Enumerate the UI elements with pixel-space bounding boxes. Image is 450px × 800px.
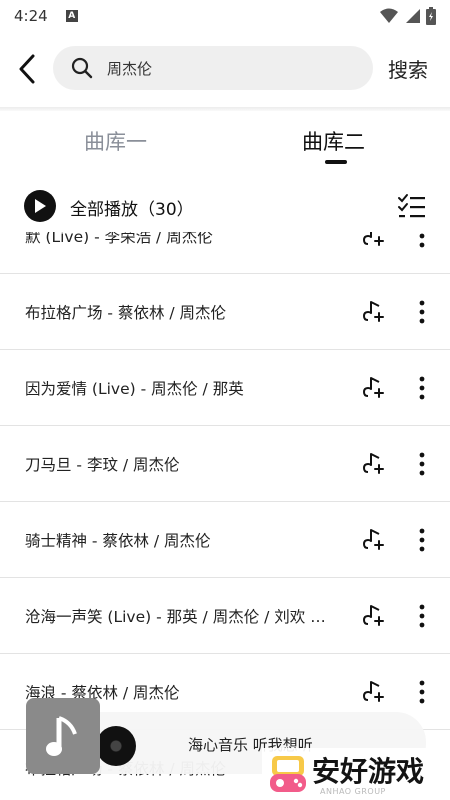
search-input[interactable]: 周杰伦 [53, 46, 373, 90]
more-options-button[interactable] [410, 526, 434, 554]
song-title: 沧海一声笑 (Live) - 那英 / 周杰伦 / 刘欢 / … [25, 608, 330, 626]
song-row[interactable]: 因为爱情 (Live) - 周杰伦 / 那英 [0, 350, 450, 426]
add-to-playlist-icon[interactable] [362, 452, 386, 476]
search-icon [71, 57, 93, 79]
back-button[interactable] [12, 50, 42, 88]
song-title: 因为爱情 (Live) - 周杰伦 / 那英 [25, 380, 244, 398]
watermark: 安好游戏 ANHAO GROUP [262, 748, 450, 800]
add-to-playlist-icon[interactable] [362, 376, 386, 400]
play-icon [35, 199, 46, 213]
more-vertical-icon [419, 528, 425, 552]
more-options-button[interactable] [410, 450, 434, 478]
add-to-playlist-icon[interactable] [362, 232, 386, 248]
battery-icon [426, 7, 436, 25]
more-vertical-icon [419, 233, 425, 248]
more-options-button[interactable] [410, 298, 434, 326]
song-row[interactable]: 布拉格广场 - 蔡依林 / 周杰伦 [0, 274, 450, 350]
add-to-playlist-icon[interactable] [362, 300, 386, 324]
chevron-left-icon [19, 54, 35, 84]
play-all-label[interactable]: 全部播放（30） [70, 195, 194, 220]
more-options-button[interactable] [410, 374, 434, 402]
notification-icon: A [65, 10, 78, 22]
album-art[interactable] [26, 698, 100, 774]
more-vertical-icon [419, 376, 425, 400]
status-icons [380, 7, 436, 25]
status-bar: 4:24 A [0, 0, 450, 32]
song-row[interactable]: 沧海一声笑 (Live) - 那英 / 周杰伦 / 刘欢 / … [0, 578, 450, 654]
song-title: 刀马旦 - 李玟 / 周杰伦 [25, 456, 180, 474]
song-title: 默 (Live) - 李荣浩 / 周杰伦 [25, 232, 213, 246]
song-row[interactable]: 默 (Live) - 李荣浩 / 周杰伦 [0, 232, 450, 274]
more-vertical-icon [419, 680, 425, 704]
more-options-button[interactable] [410, 232, 434, 250]
song-title: 骑士精神 - 蔡依林 / 周杰伦 [25, 532, 211, 550]
multi-select-icon[interactable] [397, 192, 427, 220]
wifi-icon [380, 8, 398, 23]
search-query: 周杰伦 [107, 59, 153, 78]
song-row[interactable]: 骑士精神 - 蔡依林 / 周杰伦 [0, 502, 450, 578]
more-options-button[interactable] [410, 678, 434, 706]
search-header: 周杰伦 搜索 [0, 44, 450, 94]
header-divider [0, 107, 450, 111]
play-all-button[interactable] [24, 190, 56, 222]
song-title: 布拉格广场 - 蔡依林 / 周杰伦 [25, 304, 227, 322]
more-vertical-icon [419, 604, 425, 628]
signal-icon [406, 9, 420, 23]
library-tabs: 曲库一 曲库二 [0, 112, 450, 170]
more-options-button[interactable] [410, 602, 434, 630]
more-vertical-icon [419, 452, 425, 476]
song-row[interactable]: 刀马旦 - 李玟 / 周杰伦 [0, 426, 450, 502]
play-all-row: 全部播放（30） [0, 184, 450, 228]
search-button[interactable]: 搜索 [388, 54, 428, 83]
tab-library-1[interactable]: 曲库一 [84, 126, 147, 156]
add-to-playlist-icon[interactable] [362, 604, 386, 628]
more-vertical-icon [419, 300, 425, 324]
watermark-text: 安好游戏 [312, 755, 425, 788]
add-to-playlist-icon[interactable] [362, 680, 386, 704]
status-time: 4:24 [14, 7, 48, 25]
tab-library-2[interactable]: 曲库二 [302, 126, 365, 156]
active-tab-indicator [325, 160, 347, 164]
music-note-icon [46, 716, 77, 756]
gamepad-logo-icon [270, 756, 306, 792]
watermark-subtext: ANHAO GROUP [320, 787, 386, 796]
vinyl-disc-icon [96, 726, 136, 766]
add-to-playlist-icon[interactable] [362, 528, 386, 552]
